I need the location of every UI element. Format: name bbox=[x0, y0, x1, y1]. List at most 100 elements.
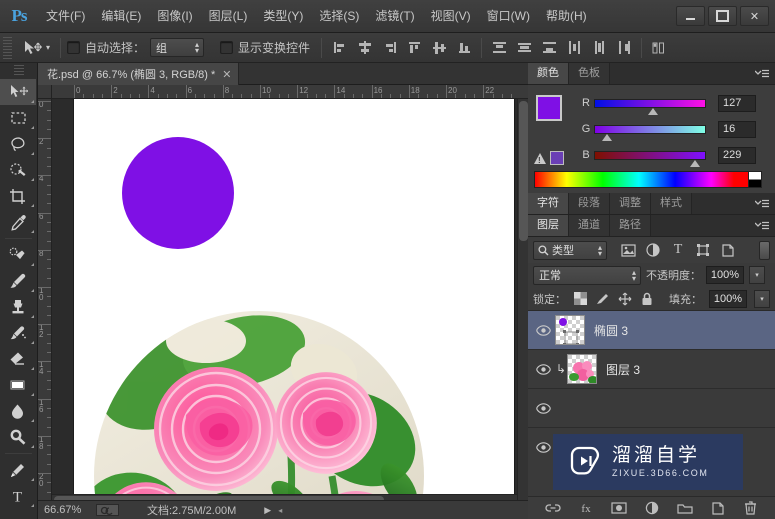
fill-dropdown-icon[interactable]: ▾ bbox=[754, 289, 770, 308]
link-layers-icon[interactable] bbox=[544, 499, 562, 517]
distribute-bottom-edges-icon[interactable] bbox=[538, 37, 560, 59]
spot-healing-brush-tool[interactable] bbox=[0, 242, 36, 268]
color-value-B[interactable]: 229 bbox=[718, 146, 756, 164]
align-horizontal-centers-icon[interactable] bbox=[353, 37, 375, 59]
lock-transparent-pixels-icon[interactable] bbox=[573, 291, 588, 306]
history-brush-tool[interactable] bbox=[0, 320, 36, 346]
tab-layers-0[interactable]: 图层 bbox=[528, 215, 569, 236]
menu-item-8[interactable]: 窗口(W) bbox=[479, 0, 538, 33]
maximize-button[interactable] bbox=[708, 6, 737, 26]
add-layer-style-icon[interactable]: fx bbox=[577, 499, 595, 517]
tab-color-0[interactable]: 颜色 bbox=[528, 63, 569, 84]
white-black-swatches[interactable] bbox=[748, 172, 761, 187]
document-canvas[interactable] bbox=[74, 99, 514, 505]
layers-panel-menu-icon[interactable] bbox=[754, 219, 770, 233]
color-value-R[interactable]: 127 bbox=[718, 94, 756, 112]
move-tool[interactable] bbox=[0, 79, 36, 105]
new-adjustment-layer-icon[interactable] bbox=[643, 499, 661, 517]
align-left-edges-icon[interactable] bbox=[328, 37, 350, 59]
blend-mode-dropdown[interactable]: 正常 ▴ ▾ bbox=[533, 265, 641, 285]
menu-item-0[interactable]: 文件(F) bbox=[38, 0, 93, 33]
current-tool-icon[interactable] bbox=[16, 36, 50, 60]
options-bar-grip[interactable] bbox=[3, 36, 12, 59]
color-panel-menu-icon[interactable] bbox=[754, 67, 770, 81]
auto-select-checkbox[interactable] bbox=[67, 41, 81, 54]
status-expand-icon[interactable]: ▶ bbox=[264, 505, 271, 516]
layer-name[interactable]: 椭圆 3 bbox=[594, 322, 628, 339]
tab-character-3[interactable]: 样式 bbox=[651, 193, 692, 214]
tab-character-2[interactable]: 调整 bbox=[610, 193, 651, 214]
opacity-value[interactable]: 100% bbox=[706, 266, 744, 284]
clone-stamp-tool[interactable] bbox=[0, 294, 36, 320]
color-slider-track-B[interactable] bbox=[594, 150, 706, 167]
distribute-right-edges-icon[interactable] bbox=[613, 37, 635, 59]
eyedropper-tool[interactable] bbox=[0, 209, 36, 235]
document-tab-close-icon[interactable]: ✕ bbox=[222, 68, 231, 81]
distribute-horizontal-centers-icon[interactable] bbox=[588, 37, 610, 59]
layer-thumbnail[interactable] bbox=[567, 354, 597, 384]
distribute-left-edges-icon[interactable] bbox=[563, 37, 585, 59]
status-chevron-left-icon[interactable]: ◂ bbox=[278, 506, 282, 515]
show-transform-controls-checkbox[interactable] bbox=[220, 41, 234, 54]
layer-filter-toggle[interactable] bbox=[759, 240, 770, 260]
out-of-gamut-warning-icon[interactable] bbox=[534, 152, 546, 165]
new-group-icon[interactable] bbox=[676, 499, 694, 517]
lock-all-icon[interactable] bbox=[639, 291, 654, 306]
gamut-alternate-swatch[interactable] bbox=[550, 151, 564, 165]
filter-shape-layers-icon[interactable] bbox=[695, 242, 711, 258]
new-layer-icon[interactable] bbox=[709, 499, 727, 517]
color-value-G[interactable]: 16 bbox=[718, 120, 756, 138]
layer-thumbnail[interactable] bbox=[555, 315, 585, 345]
layer-filter-dropdown[interactable]: 类型 ▴ ▾ bbox=[533, 240, 607, 260]
character-panel-menu-icon[interactable] bbox=[754, 197, 770, 211]
tab-color-1[interactable]: 色板 bbox=[569, 63, 610, 84]
toolbox-grip[interactable] bbox=[14, 65, 24, 77]
dodge-tool[interactable] bbox=[0, 424, 36, 450]
tab-layers-2[interactable]: 路径 bbox=[610, 215, 651, 236]
menu-item-7[interactable]: 视图(V) bbox=[423, 0, 479, 33]
auto-align-layers-icon[interactable] bbox=[648, 37, 670, 59]
filter-smart-objects-icon[interactable] bbox=[720, 242, 736, 258]
layer-name[interactable]: 图层 3 bbox=[606, 361, 640, 378]
menu-item-1[interactable]: 编辑(E) bbox=[93, 0, 149, 33]
menu-item-5[interactable]: 选择(S) bbox=[311, 0, 367, 33]
rectangular-marquee-tool[interactable] bbox=[0, 105, 36, 131]
color-slider-track-R[interactable] bbox=[594, 98, 706, 115]
lock-position-icon[interactable] bbox=[617, 291, 632, 306]
color-spectrum-ramp[interactable] bbox=[534, 171, 762, 188]
opacity-dropdown-icon[interactable]: ▾ bbox=[749, 266, 765, 284]
layer-visibility-toggle[interactable] bbox=[531, 363, 555, 375]
align-vertical-centers-icon[interactable] bbox=[428, 37, 450, 59]
auto-select-dropdown[interactable]: 组 ▴ ▾ bbox=[150, 38, 205, 57]
layer-row[interactable]: ↳ 图层 3 bbox=[528, 350, 775, 389]
tool-preset-chevron-icon[interactable]: ▾ bbox=[46, 43, 50, 52]
close-button[interactable]: ✕ bbox=[740, 6, 769, 26]
lasso-tool[interactable] bbox=[0, 131, 36, 157]
layer-visibility-toggle[interactable] bbox=[531, 402, 555, 414]
blur-tool[interactable] bbox=[0, 398, 36, 424]
add-layer-mask-icon[interactable] bbox=[610, 499, 628, 517]
canvas-vertical-scroll-thumb[interactable] bbox=[519, 101, 528, 241]
distribute-top-edges-icon[interactable] bbox=[488, 37, 510, 59]
layer-row[interactable] bbox=[528, 389, 775, 428]
filter-adjustment-layers-icon[interactable] bbox=[645, 242, 661, 258]
filter-pixel-layers-icon[interactable] bbox=[620, 242, 636, 258]
menu-item-9[interactable]: 帮助(H) bbox=[538, 0, 595, 33]
delete-layer-icon[interactable] bbox=[742, 499, 760, 517]
tab-layers-1[interactable]: 通道 bbox=[569, 215, 610, 236]
layer-row[interactable]: 椭圆 3 bbox=[528, 311, 775, 350]
color-slider-knob-G[interactable] bbox=[601, 133, 612, 141]
zoom-level[interactable]: 66.67% bbox=[38, 504, 96, 516]
minimize-button[interactable] bbox=[676, 6, 705, 26]
eraser-tool[interactable] bbox=[0, 346, 36, 372]
tab-character-1[interactable]: 段落 bbox=[569, 193, 610, 214]
horizontal-type-tool[interactable]: T bbox=[0, 483, 36, 509]
pen-tool[interactable] bbox=[0, 457, 36, 483]
align-right-edges-icon[interactable] bbox=[378, 37, 400, 59]
quick-selection-tool[interactable] bbox=[0, 157, 36, 183]
lock-image-pixels-icon[interactable] bbox=[595, 291, 610, 306]
canvas-viewport[interactable] bbox=[52, 99, 517, 505]
clipped-flower-image[interactable] bbox=[94, 311, 424, 505]
menu-item-3[interactable]: 图层(L) bbox=[201, 0, 256, 33]
color-slider-knob-B[interactable] bbox=[690, 159, 701, 167]
